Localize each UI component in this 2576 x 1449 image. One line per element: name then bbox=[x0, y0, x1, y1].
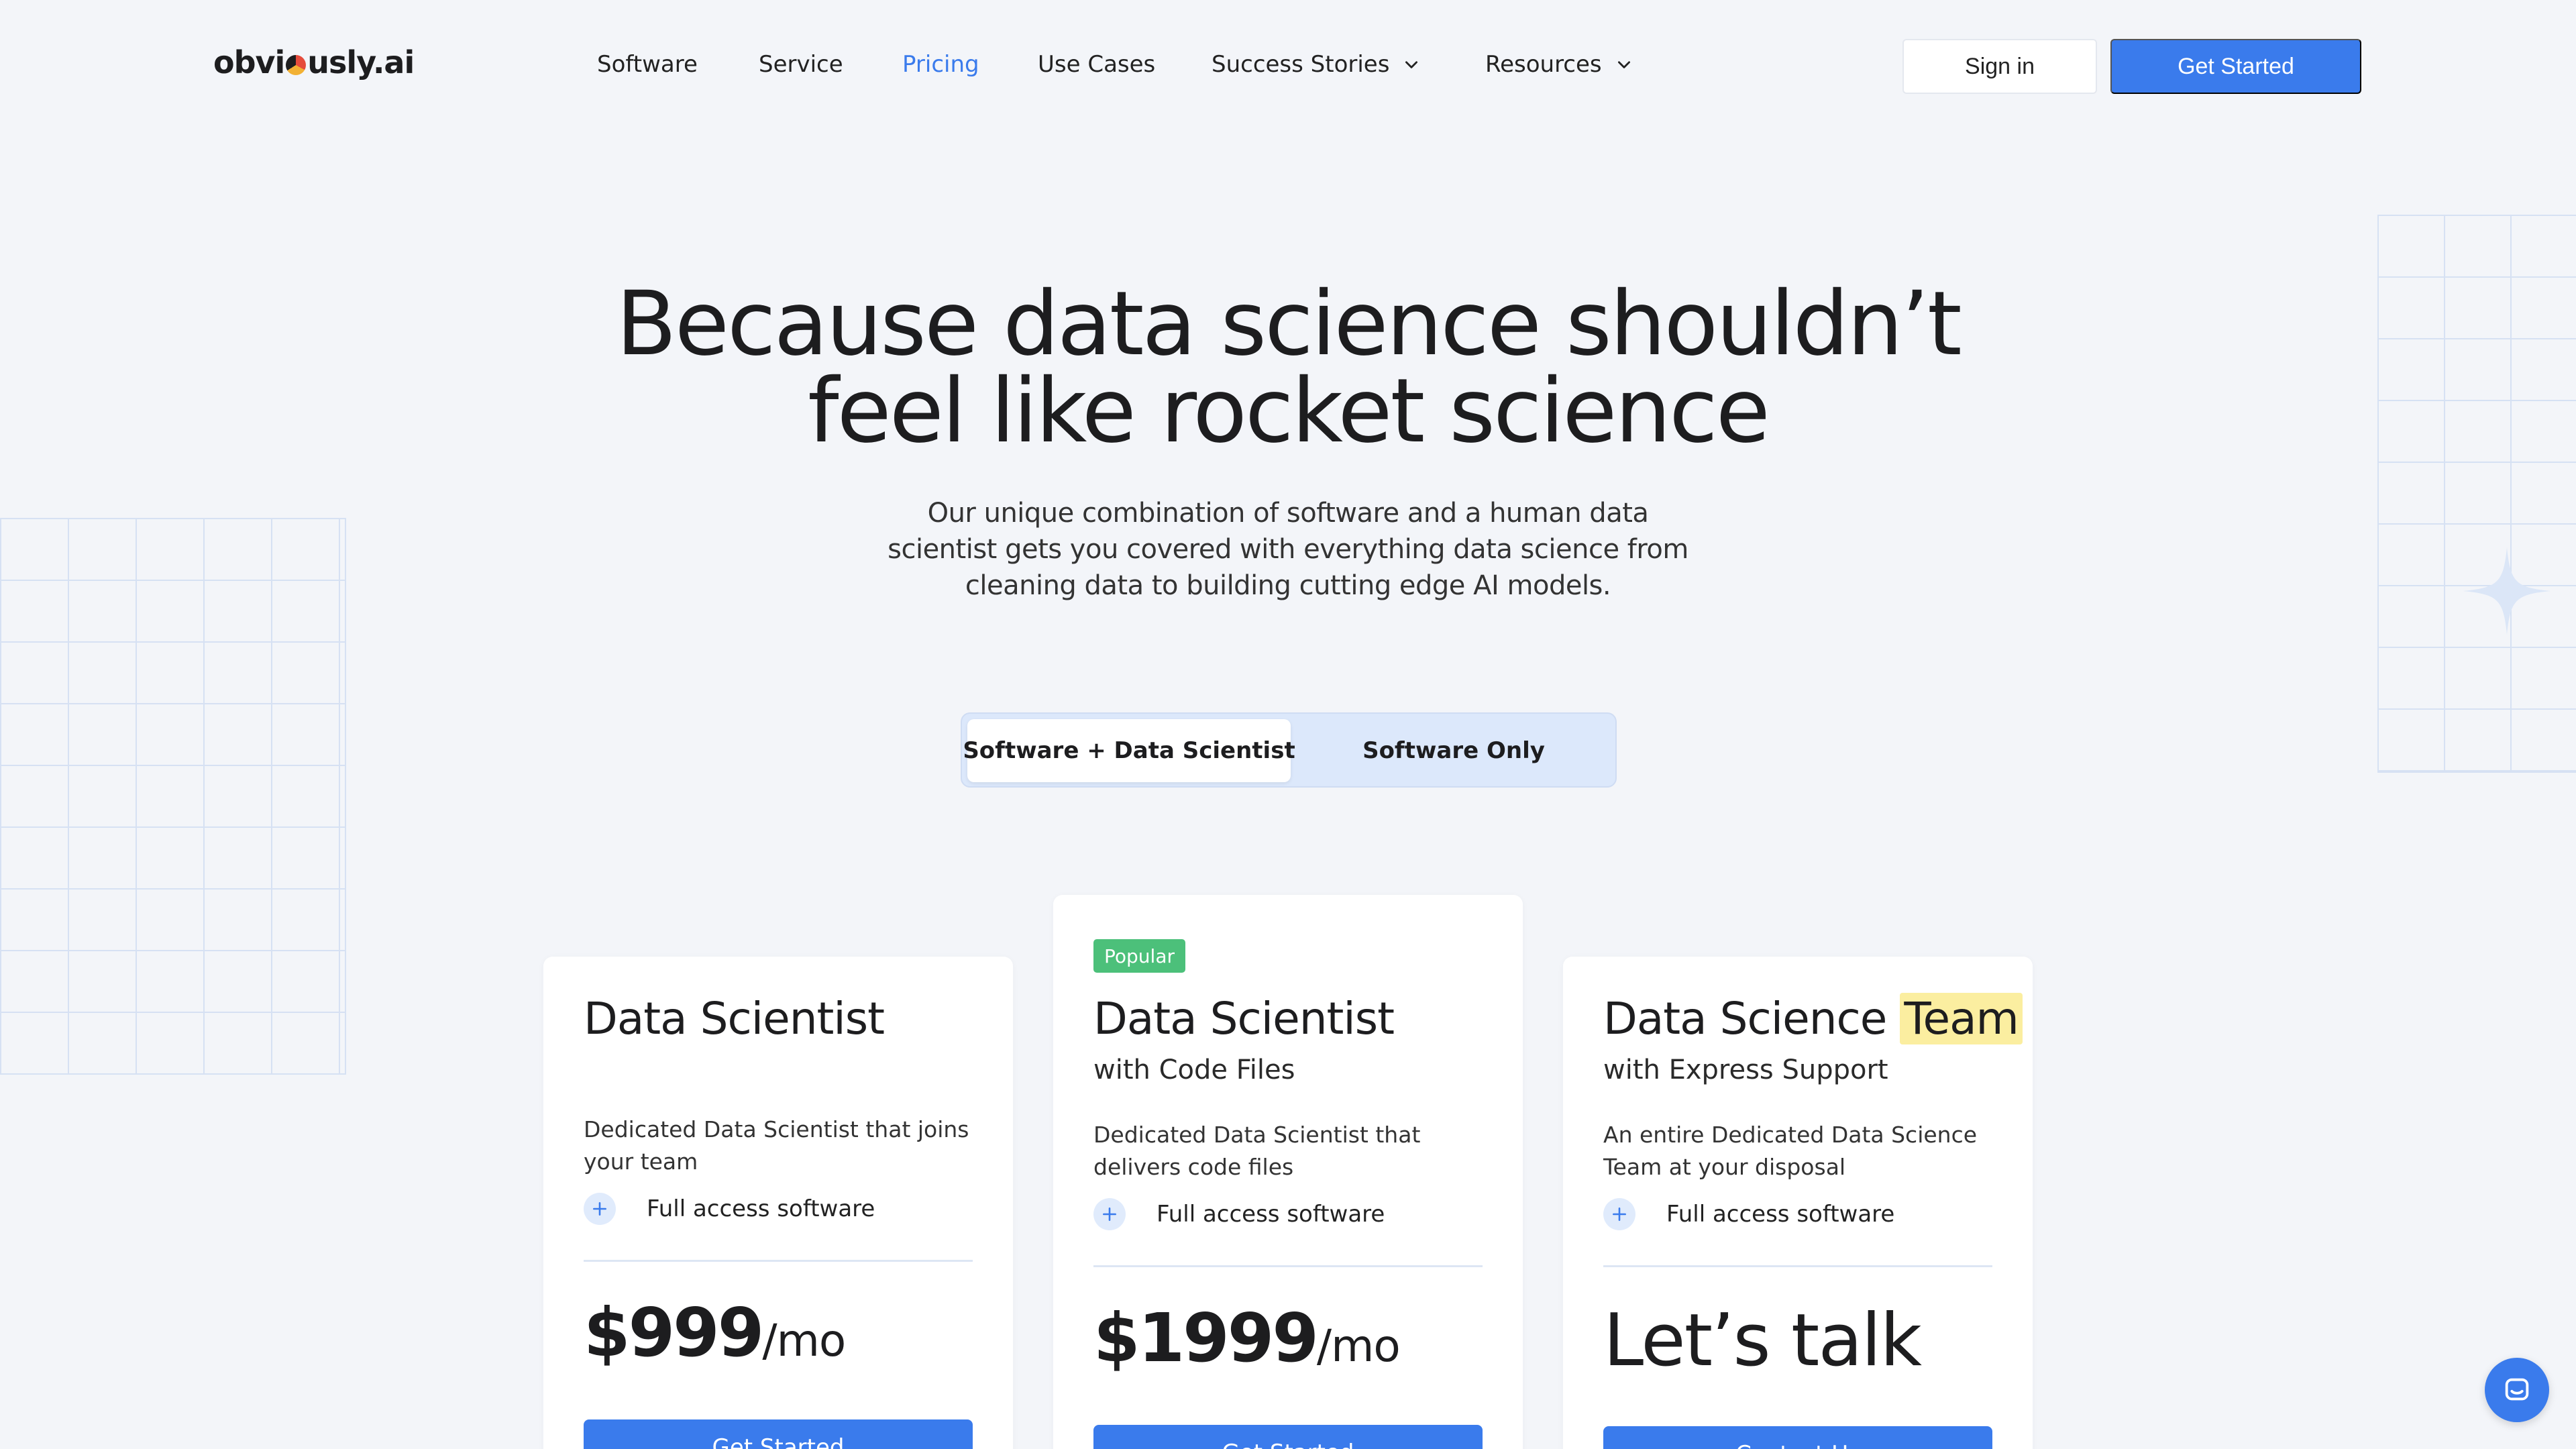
plan-price-period: /mo bbox=[1316, 1320, 1401, 1372]
hero-title: Because data science shouldn’t feel like… bbox=[0, 280, 2576, 455]
plan-title-text: Data Science bbox=[1603, 993, 1900, 1044]
nav-link-service[interactable]: Service bbox=[759, 51, 843, 78]
plan-title-highlight: Team bbox=[1900, 993, 2023, 1044]
divider bbox=[1093, 1265, 1483, 1267]
plan-feature: Full access software bbox=[1093, 1198, 1385, 1230]
plus-icon bbox=[584, 1193, 616, 1225]
logo-text-end: usly.ai bbox=[307, 44, 415, 80]
plan-subtitle: with Express Support bbox=[1603, 1055, 1888, 1085]
toggle-option-software-only[interactable]: Software Only bbox=[1295, 719, 1613, 782]
toggle-option-software-data-scientist[interactable]: Software + Data Scientist bbox=[963, 719, 1295, 782]
sign-in-button[interactable]: Sign in bbox=[1902, 39, 2097, 94]
divider bbox=[1603, 1265, 1992, 1267]
plan-price-amount: $999 bbox=[584, 1293, 764, 1372]
decorative-grid-left bbox=[0, 518, 346, 1075]
plan-type-toggle: Software + Data Scientist Software Only bbox=[961, 712, 1617, 788]
plan-get-started-button[interactable]: Get Started bbox=[584, 1419, 973, 1449]
plan-title: Data Science Team bbox=[1603, 993, 2023, 1044]
logo-text-start: obvi bbox=[213, 44, 285, 80]
plan-description: Dedicated Data Scientist that delivers c… bbox=[1093, 1122, 1421, 1180]
nav-link-use-cases[interactable]: Use Cases bbox=[1038, 51, 1155, 78]
nav-link-software[interactable]: Software bbox=[597, 51, 698, 78]
plan-subtitle: with Code Files bbox=[1093, 1055, 1295, 1085]
plan-contact-button[interactable]: Contact Us bbox=[1603, 1426, 1992, 1449]
nav-dropdown-resources[interactable]: Resources bbox=[1485, 51, 1633, 78]
plan-feature: Full access software bbox=[1603, 1198, 1894, 1230]
plus-icon bbox=[1603, 1198, 1635, 1230]
plan-description: Dedicated Data Scientist that joins your… bbox=[584, 1116, 969, 1175]
chat-icon bbox=[2505, 1378, 2529, 1401]
hero-subtitle: Our unique combination of software and a… bbox=[888, 498, 1688, 601]
plan-feature-label: Full access software bbox=[647, 1195, 875, 1222]
pricing-card-data-scientist-code-files: Popular Data Scientist with Code Files D… bbox=[1053, 895, 1523, 1449]
logo[interactable]: obvi usly.ai bbox=[213, 44, 415, 80]
nav-dropdown-success-stories[interactable]: Success Stories bbox=[1212, 51, 1420, 78]
nav-link-success-stories-label: Success Stories bbox=[1212, 51, 1390, 78]
chevron-down-icon bbox=[1617, 61, 1630, 68]
plan-title: Data Scientist bbox=[584, 993, 885, 1044]
top-navigation: obvi usly.ai Software Service Pricing Use… bbox=[0, 0, 2576, 134]
popular-badge: Popular bbox=[1093, 939, 1185, 973]
chat-launcher-button[interactable] bbox=[2485, 1358, 2549, 1422]
plan-feature-label: Full access software bbox=[1666, 1201, 1895, 1228]
plan-description: An entire Dedicated Data Science Team at… bbox=[1603, 1122, 1978, 1180]
plan-price-amount: $1999 bbox=[1093, 1299, 1319, 1377]
plan-get-started-button[interactable]: Get Started bbox=[1093, 1425, 1483, 1449]
plan-feature-label: Full access software bbox=[1157, 1201, 1385, 1228]
plan-feature: Full access software bbox=[584, 1193, 875, 1225]
plan-title: Data Scientist bbox=[1093, 993, 1395, 1044]
plus-icon bbox=[1093, 1198, 1126, 1230]
plan-price: $1999/mo bbox=[1093, 1299, 1401, 1377]
sparkle-icon bbox=[2463, 547, 2551, 635]
divider bbox=[584, 1260, 973, 1262]
nav-link-resources-label: Resources bbox=[1485, 51, 1602, 78]
get-started-button[interactable]: Get Started bbox=[2110, 39, 2361, 94]
plan-price-period: /mo bbox=[762, 1315, 846, 1366]
pricing-card-data-science-team: Data Science Team with Express Support A… bbox=[1563, 957, 2033, 1449]
plan-price: $999/mo bbox=[584, 1293, 846, 1372]
nav-link-pricing[interactable]: Pricing bbox=[902, 51, 979, 78]
hero-title-line-2: feel like rocket science bbox=[808, 360, 1770, 463]
chevron-down-icon bbox=[1405, 61, 1418, 68]
logo-mark-icon bbox=[286, 55, 307, 75]
pricing-card-data-scientist: Data Scientist Dedicated Data Scientist … bbox=[543, 957, 1013, 1449]
plan-price: Let’s talk bbox=[1603, 1299, 1922, 1383]
